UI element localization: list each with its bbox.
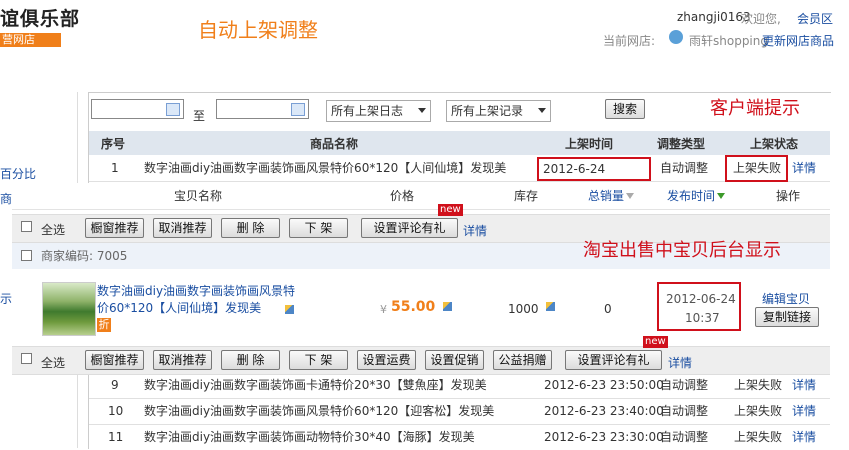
chevron-down-icon: [418, 108, 426, 113]
panel-header: 宝贝名称 价格 库存 总销量 发布时间 操作: [12, 183, 830, 210]
store-name: 雨轩shopping: [689, 34, 768, 48]
table-row: 9 数字油画diy油画数字画装饰画卡通特价20*30【雙魚座】发现美 2012-…: [89, 373, 830, 399]
window-recommend-button[interactable]: 橱窗推荐: [85, 218, 144, 238]
start-date-input[interactable]: [91, 99, 184, 119]
cancel-recommend-button[interactable]: 取消推荐: [153, 218, 212, 238]
delete-button[interactable]: 删 除: [221, 350, 280, 370]
current-store-label: 当前网店:: [603, 34, 656, 48]
detail-link[interactable]: 详情: [668, 354, 692, 371]
detail-link[interactable]: 详情: [463, 222, 487, 239]
sidebar-item-1[interactable]: 商: [0, 190, 12, 207]
page-title: 自动上架调整: [198, 18, 318, 42]
price-value: 55.00: [391, 299, 436, 315]
copy-link-button[interactable]: 复制链接: [755, 307, 819, 327]
log-select[interactable]: 所有上架日志: [326, 100, 431, 122]
edit-item-link[interactable]: 编辑宝贝: [762, 290, 810, 307]
listing-time-highlight: 2012-6-24 10:48:00: [537, 157, 651, 196]
sort-down-icon[interactable]: [626, 193, 634, 199]
pencil-icon[interactable]: [443, 302, 452, 311]
table-row: 10 数字油画diy油画数字画装饰画风景特价60*120【迎客松】发现美 201…: [89, 399, 830, 425]
product-title-link[interactable]: 数字油画diy油画数字画装饰画风景特价60*120【人间仙境】发现美: [97, 283, 297, 317]
store-badge: 营网店: [0, 33, 61, 47]
set-promo-button[interactable]: 设置促销: [425, 350, 484, 370]
discount-badge: 折: [97, 318, 111, 332]
client-tip-annotation: 客户端提示: [710, 98, 800, 119]
select-all-label: 全选: [41, 223, 66, 237]
currency-symbol: ¥: [380, 303, 387, 316]
select-all-checkbox[interactable]: [21, 353, 32, 364]
table-header: 序号 商品名称 上架时间 调整类型 上架状态: [89, 131, 830, 155]
username: zhangji0163: [677, 10, 751, 24]
new-badge: new: [438, 204, 463, 216]
cancel-recommend-button[interactable]: 取消推荐: [153, 350, 212, 370]
taobao-tip-annotation: 淘宝出售中宝贝后台显示: [583, 240, 781, 261]
welcome-text: 欢迎您,: [741, 12, 781, 26]
listing-status-highlight: 上架失败: [725, 155, 788, 182]
sidebar-item-2[interactable]: 示: [0, 290, 12, 307]
item-checkbox[interactable]: [21, 250, 32, 261]
set-shipping-button[interactable]: 设置运费: [357, 350, 416, 370]
calendar-icon[interactable]: [166, 103, 180, 116]
window-recommend-button[interactable]: 橱窗推荐: [85, 350, 144, 370]
publish-time: 10:37: [685, 311, 720, 325]
delete-button[interactable]: 删 除: [221, 218, 280, 238]
sales-value: 0: [604, 302, 612, 316]
brand-logo: 谊俱乐部: [0, 8, 81, 30]
end-date-input[interactable]: [216, 99, 309, 119]
to-label: 至: [193, 109, 206, 123]
select-all-label: 全选: [41, 356, 66, 370]
comment-gift-button[interactable]: 设置评论有礼: [565, 350, 662, 370]
store-icon: [669, 30, 683, 44]
delist-button[interactable]: 下 架: [289, 218, 348, 238]
new-badge: new: [643, 336, 668, 348]
pencil-icon[interactable]: [546, 302, 555, 311]
comment-gift-button[interactable]: 设置评论有礼: [361, 218, 458, 238]
stock-value: 1000: [508, 302, 539, 316]
pencil-icon[interactable]: [285, 305, 294, 314]
delist-button[interactable]: 下 架: [289, 350, 348, 370]
chevron-down-icon: [538, 108, 546, 113]
member-area-link[interactable]: 会员区: [797, 10, 833, 27]
select-all-checkbox[interactable]: [21, 221, 32, 232]
taobao-panel: [12, 183, 831, 373]
search-button[interactable]: 搜索: [605, 99, 645, 119]
product-thumbnail[interactable]: [42, 282, 96, 336]
charity-button[interactable]: 公益捐赠: [493, 350, 552, 370]
table-row: 11 数字油画diy油画数字画装饰画动物特价30*40【海豚】发现美 2012-…: [108, 430, 817, 444]
sidebar-item-percent[interactable]: 百分比: [0, 165, 36, 182]
calendar-icon[interactable]: [291, 103, 305, 116]
update-products-link[interactable]: 更新网店商品: [762, 32, 834, 49]
sort-down-icon[interactable]: [717, 193, 725, 199]
record-select[interactable]: 所有上架记录: [446, 100, 551, 122]
table-row: 1 数字油画diy油画数字画装饰画风景特价60*120【人间仙境】发现美 自动调…: [89, 156, 830, 182]
publish-date: 2012-06-24: [666, 292, 736, 306]
